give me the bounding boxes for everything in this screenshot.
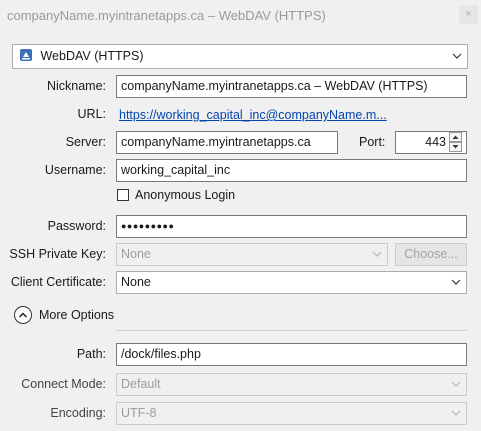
- password-mask: ●●●●●●●●●: [121, 221, 175, 231]
- encoding-value: UTF-8: [121, 406, 157, 420]
- url-label: URL:: [77, 107, 106, 121]
- more-options-label[interactable]: More Options: [39, 304, 114, 327]
- port-value: 443: [425, 135, 446, 149]
- client-cert-label: Client Certificate:: [10, 275, 106, 289]
- chevron-down-icon: [451, 374, 461, 395]
- connect-mode-label: Connect Mode:: [21, 377, 106, 391]
- title-bar: companyName.myintranetapps.ca – WebDAV (…: [0, 0, 481, 31]
- drive-icon: [19, 47, 33, 61]
- url-link[interactable]: https://working_capital_inc@companyName.…: [119, 108, 387, 122]
- protocol-value: WebDAV (HTTPS): [40, 49, 144, 63]
- ssh-key-value: None: [121, 247, 151, 261]
- window-title: companyName.myintranetapps.ca – WebDAV (…: [7, 8, 326, 23]
- password-label: Password:: [47, 219, 106, 233]
- section-divider: [116, 330, 467, 331]
- chevron-down-icon: [451, 403, 461, 424]
- encoding-select[interactable]: UTF-8: [116, 402, 467, 425]
- ssh-key-label: SSH Private Key:: [9, 247, 106, 261]
- chevron-down-icon: [372, 244, 382, 265]
- protocol-select[interactable]: WebDAV (HTTPS): [12, 44, 468, 69]
- server-input[interactable]: companyName.myintranetapps.ca: [116, 131, 338, 154]
- collapse-options-button[interactable]: [14, 306, 32, 324]
- username-input[interactable]: working_capital_inc: [116, 159, 467, 182]
- chevron-down-icon: [452, 46, 462, 67]
- nickname-input[interactable]: companyName.myintranetapps.ca – WebDAV (…: [116, 75, 467, 98]
- chevron-down-icon: [451, 272, 461, 293]
- path-input[interactable]: /dock/files.php: [116, 343, 467, 366]
- ssh-key-select[interactable]: None: [116, 243, 388, 266]
- anonymous-login-label: Anonymous Login: [135, 188, 236, 202]
- port-up-button[interactable]: [449, 132, 462, 142]
- client-cert-value: None: [121, 275, 151, 289]
- port-label: Port:: [359, 135, 386, 149]
- close-button[interactable]: ×: [459, 5, 478, 24]
- anonymous-login-checkbox[interactable]: [117, 189, 129, 201]
- choose-key-button[interactable]: Choose...: [395, 243, 467, 266]
- encoding-label: Encoding:: [50, 406, 106, 420]
- nickname-label: Nickname:: [46, 79, 106, 93]
- chevron-up-icon: [18, 312, 28, 318]
- client-cert-select[interactable]: None: [116, 271, 467, 294]
- port-down-button[interactable]: [449, 142, 462, 152]
- connect-mode-select[interactable]: Default: [116, 373, 467, 396]
- password-input[interactable]: ●●●●●●●●●: [116, 215, 467, 238]
- connect-mode-value: Default: [121, 377, 161, 391]
- port-stepper[interactable]: [449, 132, 463, 153]
- username-label: Username:: [44, 163, 106, 177]
- path-label: Path:: [76, 347, 106, 361]
- server-label: Server:: [65, 135, 106, 149]
